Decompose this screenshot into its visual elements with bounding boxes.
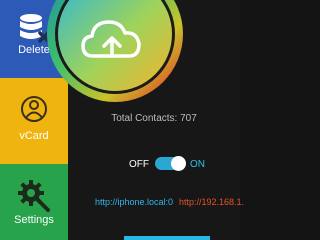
settings-button[interactable]: Settings (0, 164, 68, 240)
settings-label: Settings (14, 214, 54, 226)
local-url-link[interactable]: http://iphone.local:0 (95, 197, 173, 207)
toggle-on-label: ON (190, 159, 205, 170)
server-toggle[interactable] (155, 156, 186, 171)
total-contacts-label: Total Contacts: 707 (111, 113, 197, 124)
bottom-action-button[interactable] (124, 236, 210, 240)
toggle-off-label: OFF (129, 159, 149, 170)
upload-button[interactable] (45, 0, 185, 104)
toggle-knob (171, 156, 186, 171)
ip-url-link[interactable]: http://192.168.1. (179, 197, 244, 207)
vcard-label: vCard (19, 130, 49, 142)
gear-icon (18, 180, 50, 212)
